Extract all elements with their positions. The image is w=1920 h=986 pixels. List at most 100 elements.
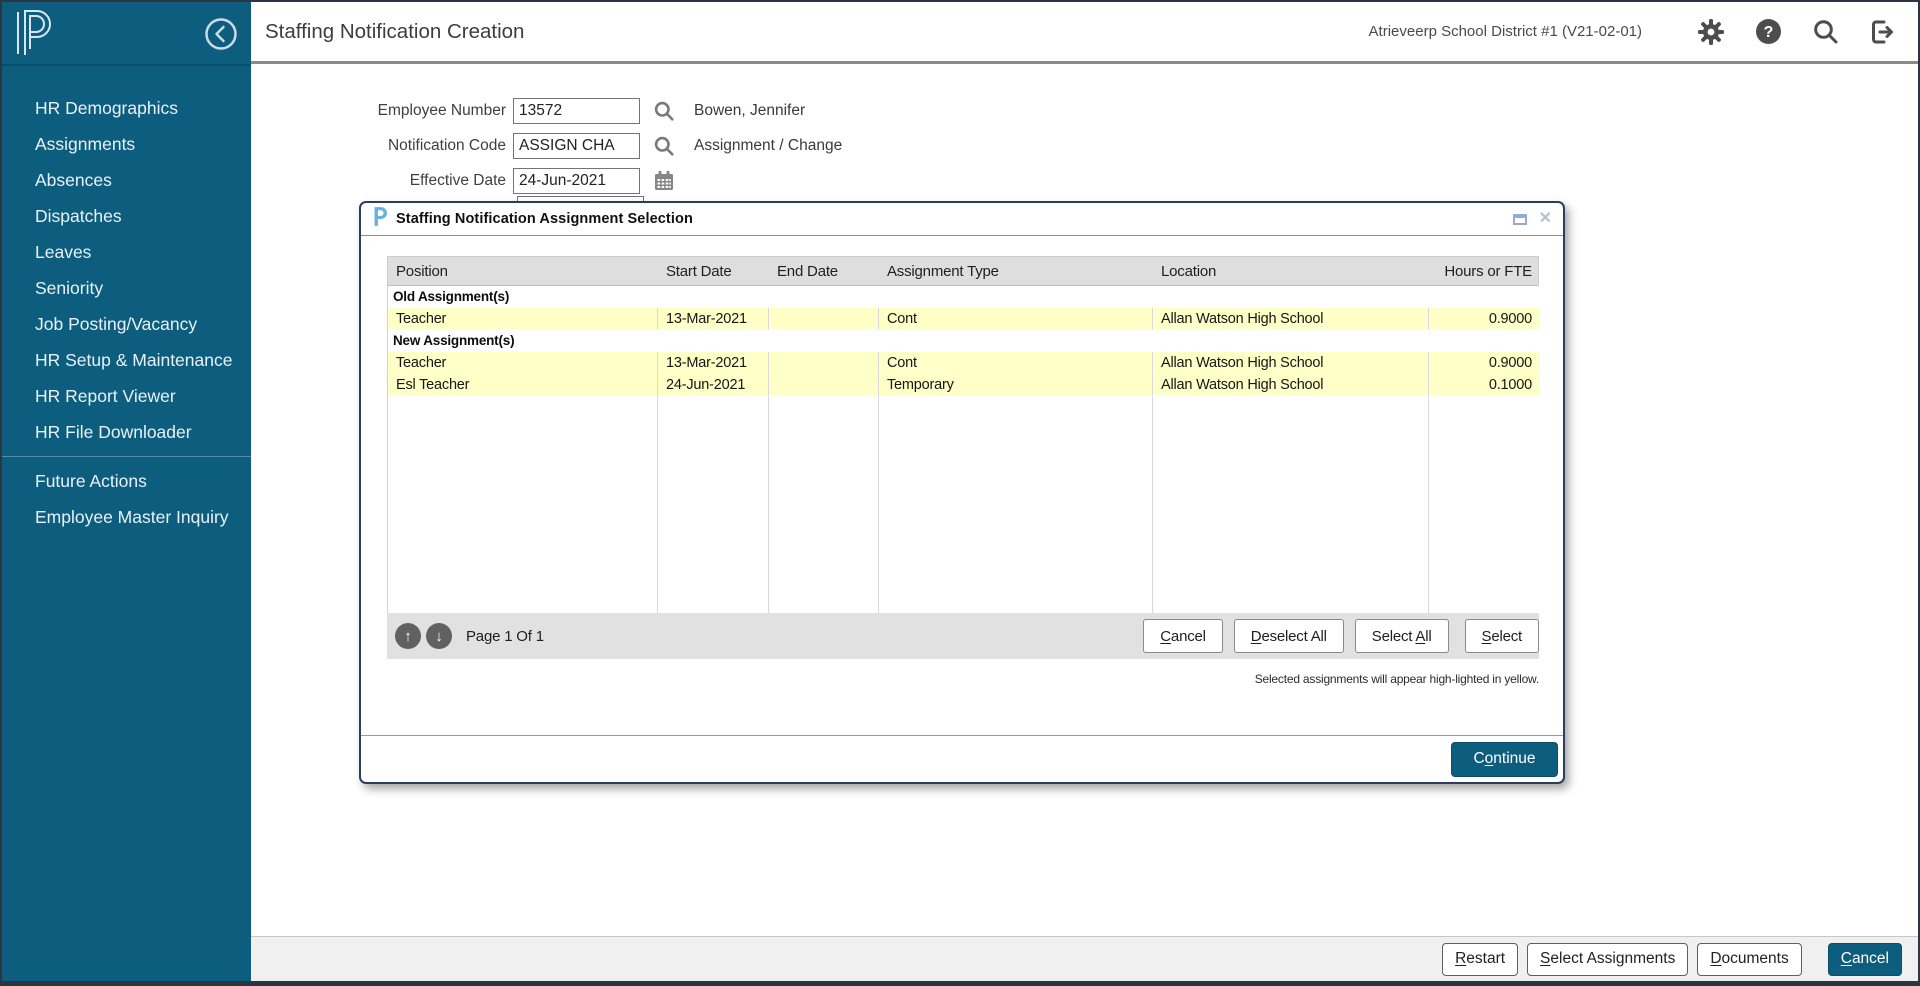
employee-number-label: Employee Number [306,102,506,120]
settings-gear-icon[interactable] [1697,18,1725,46]
cell-location[interactable]: Allan Watson High School [1153,352,1429,374]
assignments-table-body: Old Assignment(s)Teacher13-Mar-2021ContA… [387,286,1539,613]
cell-end-date[interactable] [769,374,879,396]
cell-assignment-type[interactable]: Cont [879,308,1153,330]
column-header-hours-or-fte: Hours or FTE [1429,257,1540,285]
table-empty-area [1429,396,1540,613]
cell-assignment-type[interactable]: Temporary [879,374,1153,396]
sidebar-item-dispatches[interactable]: Dispatches [2,198,251,234]
effective-date-row: Effective Date [306,167,1918,195]
employee-number-row: Employee Number Bowen, Jennifer [306,97,1918,125]
sidebar: HR DemographicsAssignmentsAbsencesDispat… [2,2,251,981]
sidebar-item-hr-setup-maintenance[interactable]: HR Setup & Maintenance [2,342,251,378]
select-all-button[interactable]: Select All [1355,619,1449,653]
selection-buttons: Cancel Deselect All Select All Select [1132,619,1539,653]
continue-row: Continue [361,736,1563,782]
arrow-up-icon: ↑ [404,629,412,644]
sidebar-item-hr-demographics[interactable]: HR Demographics [2,90,251,126]
cell-assignment-type[interactable]: Cont [879,352,1153,374]
pagination-bar: ↑ ↓ Page 1 Of 1 Cancel Deselect All Select… [387,613,1539,659]
select-button[interactable]: Select [1465,619,1540,653]
svg-text:?: ? [1763,24,1773,41]
dialog-title: Staffing Notification Assignment Selecti… [396,211,1501,227]
column-header-position: Position [388,257,658,285]
sidebar-item-absences[interactable]: Absences [2,162,251,198]
effective-date-label: Effective Date [306,172,506,190]
selection-note: Selected assignments will appear high-li… [387,672,1539,686]
footer-restart-button[interactable]: Restart [1442,943,1518,976]
column-header-assignment-type: Assignment Type [879,257,1153,285]
footer-action-bar: Restart Select Assignments Documents Cancel [251,936,1918,981]
cell-start-date[interactable]: 13-Mar-2021 [658,308,769,330]
notification-code-row: Notification Code Assignment / Change [306,132,1918,160]
sidebar-item-assignments[interactable]: Assignments [2,126,251,162]
notification-code-label: Notification Code [306,137,506,155]
notification-desc-text: Assignment / Change [694,137,842,155]
app-window: HR DemographicsAssignmentsAbsencesDispat… [0,0,1920,986]
page-up-button[interactable]: ↑ [395,623,421,649]
footer-documents-button[interactable]: Documents [1697,943,1801,976]
sidebar-item-hr-file-downloader[interactable]: HR File Downloader [2,414,251,450]
column-header-location: Location [1153,257,1429,285]
staffing-form: Employee Number Bowen, Jennifer Notifica… [251,64,1918,195]
cell-position[interactable]: Teacher [388,308,658,330]
sidebar-item-future-actions[interactable]: Future Actions [2,463,251,499]
assignment-selection-dialog: Staffing Notification Assignment Selecti… [359,201,1565,784]
logout-icon[interactable] [1868,18,1896,46]
group-row-new-assignment-s: New Assignment(s) [388,330,1540,352]
deselect-all-button[interactable]: Deselect All [1234,619,1344,653]
dialog-body: PositionStart DateEnd DateAssignment Typ… [361,236,1563,782]
restore-icon[interactable] [1513,214,1527,225]
continue-button[interactable]: Continue [1451,742,1558,777]
page-indicator: Page 1 Of 1 [466,628,544,645]
cell-hours-or-fte[interactable]: 0.1000 [1429,374,1540,396]
dialog-titlebar: Staffing Notification Assignment Selecti… [361,203,1563,236]
calendar-icon[interactable] [653,170,675,192]
cell-end-date[interactable] [769,352,879,374]
search-icon[interactable] [1811,18,1839,46]
table-empty-area [388,396,658,613]
employee-number-input[interactable] [513,98,640,124]
page-title: Staffing Notification Creation [265,20,524,44]
sidebar-item-hr-report-viewer[interactable]: HR Report Viewer [2,378,251,414]
sidebar-collapse-button[interactable] [204,17,238,51]
footer-select-assignments-button[interactable]: Select Assignments [1527,943,1688,976]
assignments-table-header: PositionStart DateEnd DateAssignment Typ… [387,256,1539,286]
district-label: Atrieveerp School District #1 (V21-02-01… [1369,23,1642,40]
table-empty-area [658,396,769,613]
effective-date-input[interactable] [513,168,640,194]
cell-end-date[interactable] [769,308,879,330]
search-icon[interactable] [653,135,675,157]
column-header-end-date: End Date [769,257,879,285]
sidebar-item-leaves[interactable]: Leaves [2,234,251,270]
cell-position[interactable]: Esl Teacher [388,374,658,396]
page-down-button[interactable]: ↓ [426,623,452,649]
footer-cancel-button[interactable]: Cancel [1828,943,1902,976]
sidebar-item-employee-master-inquiry[interactable]: Employee Master Inquiry [2,499,251,535]
cell-location[interactable]: Allan Watson High School [1153,308,1429,330]
cell-hours-or-fte[interactable]: 0.9000 [1429,352,1540,374]
cell-location[interactable]: Allan Watson High School [1153,374,1429,396]
cell-start-date[interactable]: 24-Jun-2021 [658,374,769,396]
app-header: Staffing Notification Creation Atrieveer… [251,2,1918,64]
sidebar-item-job-posting-vacancy[interactable]: Job Posting/Vacancy [2,306,251,342]
table-empty-area [1153,396,1429,613]
cell-hours-or-fte[interactable]: 0.9000 [1429,308,1540,330]
sidebar-nav: HR DemographicsAssignmentsAbsencesDispat… [2,66,251,535]
cancel-button[interactable]: Cancel [1143,619,1223,653]
cell-start-date[interactable]: 13-Mar-2021 [658,352,769,374]
help-icon[interactable]: ? [1754,18,1782,46]
sidebar-item-seniority[interactable]: Seniority [2,270,251,306]
close-icon[interactable]: ✕ [1539,211,1552,227]
sidebar-divider [2,456,251,457]
content-area: Employee Number Bowen, Jennifer Notifica… [251,64,1918,936]
header-right: Atrieveerp School District #1 (V21-02-01… [1369,18,1896,46]
employee-name-text: Bowen, Jennifer [694,102,805,120]
table-empty-area [769,396,879,613]
cell-position[interactable]: Teacher [388,352,658,374]
sidebar-header [2,2,251,66]
notification-code-input[interactable] [513,133,640,159]
powerschool-logo [15,9,53,62]
group-row-old-assignment-s: Old Assignment(s) [388,286,1540,308]
search-icon[interactable] [653,100,675,122]
